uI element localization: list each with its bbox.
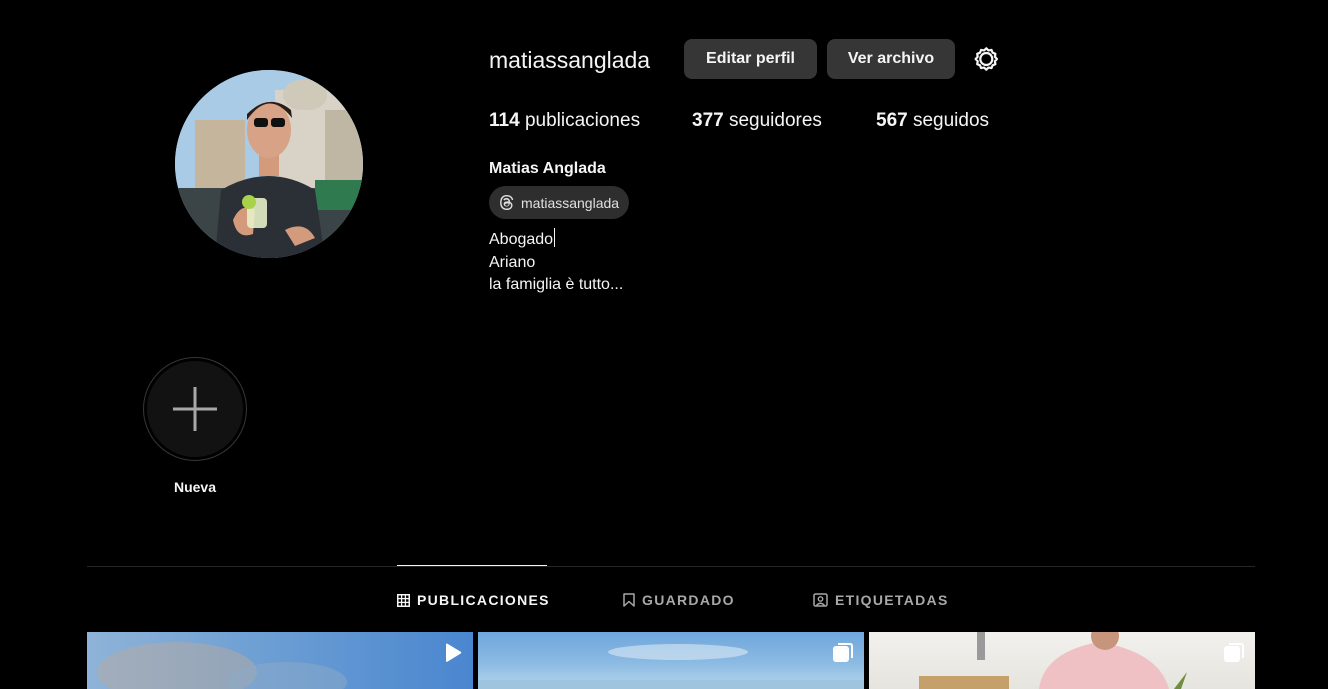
post-thumbnail[interactable]: [87, 632, 473, 689]
profile-page: matiassanglada Editar perfil Ver archivo…: [0, 0, 1328, 689]
tab-saved-label: GUARDADO: [642, 592, 735, 608]
tab-posts-label: PUBLICACIONES: [417, 592, 550, 608]
reel-icon: [446, 643, 462, 662]
bio-line: la famiglia è tutto...: [489, 276, 624, 293]
profile-avatar[interactable]: [175, 70, 363, 258]
following-label: seguidos: [912, 110, 990, 131]
profile-full-name: Matias Anglada: [489, 160, 606, 177]
active-tab-indicator: [397, 565, 547, 566]
profile-bio: Abogado Ariano la famiglia è tutto...: [489, 228, 623, 297]
tab-tagged[interactable]: ETIQUETADAS: [813, 591, 949, 609]
followers-stat[interactable]: 377 seguidores: [692, 109, 822, 133]
post-thumbnail[interactable]: [478, 632, 864, 689]
post-image: [478, 644, 864, 689]
tab-posts[interactable]: PUBLICACIONES: [397, 591, 550, 609]
bio-line: Abogado: [489, 228, 623, 252]
view-archive-button[interactable]: Ver archivo: [827, 39, 955, 79]
followers-label: seguidores: [728, 110, 822, 131]
threads-badge[interactable]: matiassanglada: [489, 186, 630, 219]
tagged-icon: [813, 593, 828, 607]
text-cursor: [554, 228, 556, 247]
new-highlight-label: Nueva: [173, 479, 217, 495]
bookmark-icon: [623, 593, 635, 607]
posts-count-stat: 114 publicaciones: [489, 109, 640, 133]
grid-icon: [397, 593, 410, 607]
following-stat[interactable]: 567 seguidos: [876, 109, 989, 133]
plus-icon: [173, 387, 217, 431]
followers-count: 377: [692, 110, 724, 131]
threads-icon: [500, 194, 514, 211]
posts-count: 114: [489, 110, 520, 131]
tabs-divider: [87, 566, 1255, 567]
tab-tagged-label: ETIQUETADAS: [835, 592, 949, 608]
post-image: [97, 642, 347, 689]
posts-label: publicaciones: [524, 110, 641, 131]
tab-saved[interactable]: GUARDADO: [623, 591, 735, 609]
settings-gear-icon[interactable]: [970, 43, 1002, 75]
post-image: [919, 632, 1187, 689]
bio-line: Ariano: [489, 253, 536, 271]
carousel-icon: [1224, 643, 1244, 662]
edit-profile-button[interactable]: Editar perfil: [684, 39, 817, 79]
following-count: 567: [876, 110, 908, 131]
profile-username: matiassanglada: [489, 47, 651, 73]
new-highlight-button[interactable]: [143, 357, 247, 461]
carousel-icon: [833, 643, 853, 662]
avatar-photo: [175, 70, 363, 258]
threads-handle: matiassanglada: [521, 194, 620, 211]
highlight-circle: [147, 361, 243, 457]
post-thumbnail[interactable]: [869, 632, 1255, 689]
